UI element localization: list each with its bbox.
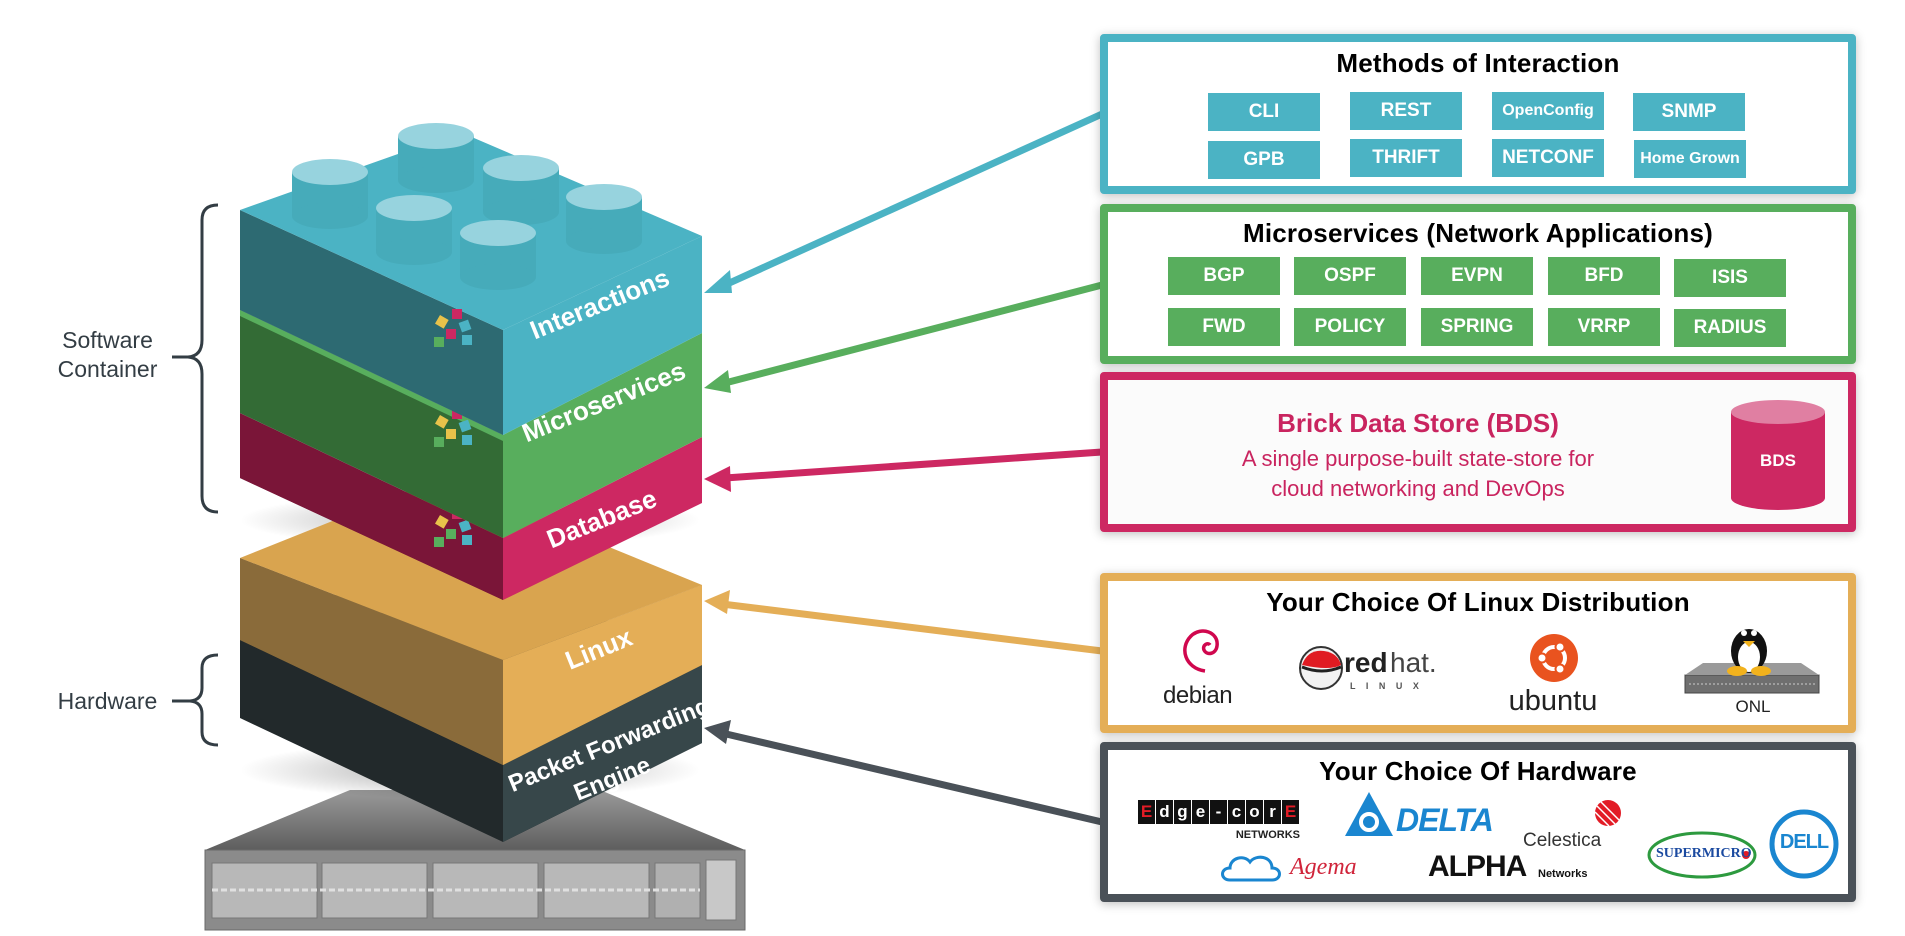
layer-stack: Packet Forwarding Engine Linux Database	[172, 123, 746, 931]
celestica-text: Celestica	[1523, 830, 1602, 851]
supermicro-text: SUPERMICRO	[1656, 846, 1752, 861]
arrow-bds	[704, 448, 1103, 492]
agema-cloud-icon	[1221, 855, 1281, 882]
alpha-networks-logo: ALPHA Networks	[1428, 850, 1608, 890]
alpha-networks-text: Networks	[1538, 868, 1588, 880]
celestica-logo: Celestica	[1523, 798, 1633, 854]
bds-subtitle-line1: A single purpose-built state-store for	[1241, 446, 1595, 471]
panel-hardware: Your Choice Of Hardware Edge-corE NETWOR…	[1100, 742, 1856, 902]
edgecore-letter-tile: c	[1228, 800, 1245, 824]
arrow-microservices	[704, 281, 1103, 393]
panel-title: Your Choice Of Hardware	[1319, 756, 1637, 786]
edgecore-letter-tile: o	[1246, 800, 1263, 824]
debian-text: debian	[1163, 682, 1233, 709]
arrow-linux	[704, 590, 1103, 655]
redhat-shadowman-icon	[1299, 646, 1343, 690]
chip-gpb: GPB	[1208, 141, 1320, 179]
software-container-label: Software Container	[40, 326, 175, 384]
bds-title: Brick Data Store (BDS)	[1277, 408, 1559, 438]
edgecore-letter-tile: g	[1174, 800, 1191, 824]
chip-isis: ISIS	[1674, 259, 1786, 297]
chip-openconfig: OpenConfig	[1492, 92, 1604, 130]
arrow-hardware	[704, 720, 1103, 826]
edgecore-letter-tile: E	[1138, 800, 1155, 824]
panel-microservices: Microservices (Network Applications) BGP…	[1100, 204, 1856, 364]
bds-subtitle: A single purpose-built state-store for c…	[1108, 444, 1728, 504]
edgecore-logo: Edge-corE NETWORKS	[1138, 800, 1308, 845]
software-brace	[172, 203, 219, 514]
chip-policy: POLICY	[1294, 308, 1406, 346]
tux-on-switch-icon	[1684, 629, 1820, 694]
edgecore-letter-tile: e	[1192, 800, 1209, 824]
chip-bgp: BGP	[1168, 257, 1280, 295]
delta-text: DELTA	[1396, 802, 1494, 838]
chip-bfd: BFD	[1548, 257, 1660, 295]
bds-cylinder-label: BDS	[1760, 451, 1796, 470]
redhat-text-red: red	[1344, 647, 1388, 678]
agema-text: Agema	[1290, 854, 1357, 880]
panel-title: Your Choice Of Linux Distribution	[1266, 587, 1690, 617]
ubuntu-circle-of-friends-icon	[1530, 634, 1578, 682]
delta-triangle-icon	[1345, 792, 1393, 836]
supermicro-logo: SUPERMICRO	[1646, 830, 1758, 880]
chip-ospf: OSPF	[1294, 257, 1406, 295]
edgecore-letter-tile: -	[1210, 800, 1227, 824]
chip-spring: SPRING	[1421, 308, 1533, 346]
edgecore-letters: Edge-corE	[1138, 800, 1308, 824]
debian-logo: debian	[1163, 626, 1243, 718]
edgecore-networks-text: NETWORKS	[1235, 829, 1300, 841]
redhat-logo: red hat. L I N U X	[1298, 643, 1448, 703]
ubuntu-text: ubuntu	[1508, 685, 1598, 717]
panel-methods-of-interaction: Methods of Interaction CLI REST OpenConf…	[1100, 34, 1856, 194]
chip-fwd: FWD	[1168, 308, 1280, 346]
dell-text: DELL	[1779, 831, 1829, 853]
delta-logo: DELTA	[1344, 790, 1494, 840]
chip-snmp: SNMP	[1633, 93, 1745, 131]
edgecore-letter-tile: r	[1264, 800, 1281, 824]
chip-thrift: THRIFT	[1350, 139, 1462, 177]
celestica-sphere-icon	[1594, 800, 1621, 827]
onl-logo: ONL	[1683, 619, 1823, 729]
arrow-interaction	[704, 110, 1104, 293]
agema-logo: Agema	[1218, 850, 1378, 890]
debian-swirl-icon	[1183, 629, 1219, 673]
chip-rest: REST	[1350, 92, 1462, 130]
chip-radius: RADIUS	[1674, 309, 1786, 347]
alpha-text: ALPHA	[1428, 850, 1527, 883]
redhat-text-hat: hat.	[1390, 647, 1437, 678]
redhat-text-linux: L I N U X	[1350, 681, 1423, 691]
chip-cli: CLI	[1208, 93, 1320, 131]
chip-home-grown: Home Grown	[1634, 140, 1746, 178]
panel-title: Microservices (Network Applications)	[1242, 218, 1714, 248]
chip-netconf: NETCONF	[1492, 139, 1604, 177]
hardware-brace	[172, 653, 219, 747]
architecture-diagram: Packet Forwarding Engine Linux Database	[0, 0, 1905, 936]
panel-linux-distribution: Your Choice Of Linux Distribution debian…	[1100, 573, 1856, 733]
dell-logo: DELL	[1768, 808, 1840, 880]
bds-subtitle-line2: cloud networking and DevOps	[1271, 476, 1565, 501]
chip-vrrp: VRRP	[1548, 308, 1660, 346]
panel-title: Methods of Interaction	[1336, 48, 1620, 78]
edgecore-letter-tile: E	[1282, 800, 1299, 824]
ubuntu-logo: ubuntu	[1503, 633, 1603, 723]
panel-brick-data-store: Brick Data Store (BDS) A single purpose-…	[1100, 372, 1856, 532]
hardware-label: Hardware	[57, 688, 158, 714]
software-label-line1: Software	[62, 327, 153, 353]
database-cylinder-icon: BDS	[1731, 400, 1825, 510]
software-label-line2: Container	[57, 356, 158, 382]
chip-evpn: EVPN	[1421, 257, 1533, 295]
edgecore-letter-tile: d	[1156, 800, 1173, 824]
onl-text: ONL	[1735, 697, 1771, 716]
